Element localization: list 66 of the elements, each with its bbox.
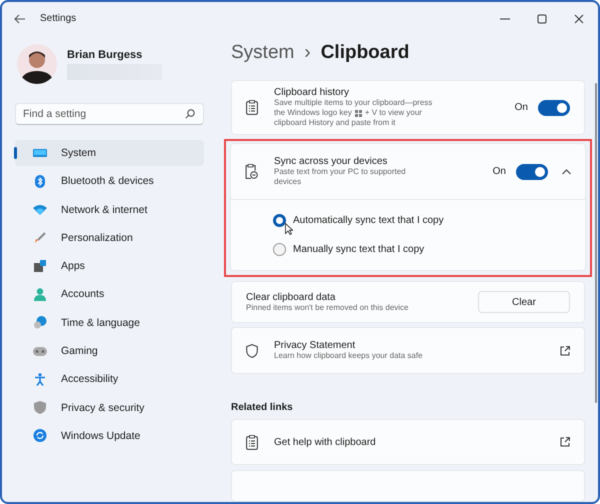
link-card[interactable]: Get help with clipboard [231, 419, 585, 465]
setting-description: the Windows logo key [274, 108, 352, 118]
nav-item[interactable]: Accounts [15, 281, 204, 308]
wifi-icon [33, 204, 47, 215]
back-arrow-icon[interactable] [14, 14, 26, 24]
update-icon [33, 429, 47, 442]
nav-item[interactable]: Privacy & security [15, 394, 204, 421]
setting-description: + V to view your [364, 108, 422, 118]
setting-description: Save multiple items to your clipboard—press [274, 98, 432, 108]
toggle-state-label: On [492, 166, 506, 177]
close-icon[interactable] [574, 14, 584, 24]
clear-button[interactable]: Clear [478, 291, 570, 313]
mouse-cursor-icon [285, 223, 293, 235]
setting-title: Clear clipboard data [246, 292, 336, 302]
nav-item[interactable]: Time & language [15, 310, 204, 336]
clipboard-sync-icon [245, 164, 258, 179]
toggle-switch[interactable] [538, 100, 570, 116]
toggle-state-label: On [514, 102, 528, 113]
setting-description: Pinned items won't be removed on this device [246, 302, 409, 312]
accessibility-icon [33, 372, 47, 386]
scrollbar[interactable] [595, 83, 597, 403]
link-label: Get help with clipboard [274, 436, 377, 448]
radio-button[interactable] [273, 214, 286, 227]
user-name: Brian Burgess [67, 48, 144, 60]
nav-item[interactable]: Bluetooth & devices [15, 168, 204, 194]
bluetooth-icon [33, 174, 47, 188]
globe-clock-icon [33, 316, 47, 330]
nav-item[interactable]: Windows Update [15, 422, 204, 449]
nav-item[interactable]: Gaming [15, 338, 204, 364]
clipboard-icon [246, 100, 258, 115]
setting-description: Learn how clipboard keeps your data safe [274, 351, 423, 361]
breadcrumb-parent[interactable]: System [231, 42, 294, 64]
person-icon [33, 288, 47, 301]
nav-item[interactable]: Personalization [15, 224, 204, 251]
gamepad-icon [33, 346, 47, 356]
setting-title: Privacy Statement [274, 340, 356, 351]
radio-button[interactable] [273, 243, 286, 256]
page-title: Clipboard [320, 42, 410, 64]
breadcrumb-separator: › [304, 42, 311, 64]
setting-description: Paste text from your PC to supported devices [274, 167, 407, 187]
selection-indicator [14, 147, 17, 159]
toggle-switch[interactable] [516, 164, 548, 180]
nav-item[interactable]: Network & internet [15, 196, 204, 223]
apps-icon [33, 260, 47, 272]
maximize-icon[interactable] [537, 14, 547, 24]
window-title: Settings [40, 13, 76, 24]
setting-title: Clipboard history [274, 87, 350, 98]
chevron-icon[interactable] [562, 168, 571, 174]
external-link-icon[interactable] [560, 346, 570, 356]
search-field[interactable]: Find a setting [15, 103, 204, 125]
shield-icon [246, 344, 258, 358]
clipboard-icon [246, 434, 258, 450]
setting-title: Sync across your devices [274, 156, 388, 167]
radio-label[interactable]: Manually sync text that I copy [293, 244, 424, 255]
nav-item[interactable]: Apps [15, 253, 204, 280]
windows-logo-icon [354, 110, 362, 116]
setting-description: clipboard History and paste from it [274, 118, 396, 128]
brush-icon [33, 232, 47, 244]
external-link-icon [560, 437, 570, 447]
nav-item[interactable]: System [15, 140, 204, 166]
nav-item[interactable]: Accessibility [15, 366, 204, 392]
radio-label[interactable]: Automatically sync text that I copy [293, 215, 444, 226]
search-icon [185, 109, 195, 119]
section-heading: Related links [231, 402, 294, 413]
shield-icon [33, 401, 47, 414]
monitor-icon [33, 147, 47, 159]
